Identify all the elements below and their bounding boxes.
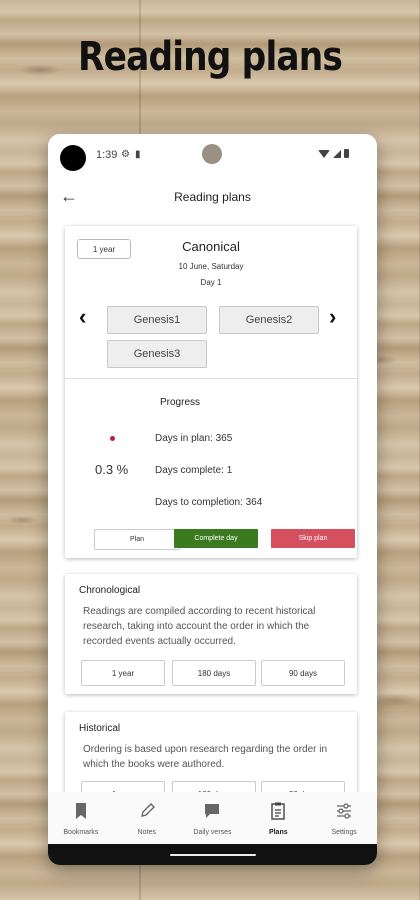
- home-handle[interactable]: [170, 854, 256, 856]
- sliders-icon: [337, 803, 352, 819]
- days-to-completion: Days to completion: 364: [155, 497, 263, 508]
- app-bar: ← Reading plans: [48, 178, 377, 218]
- historical-title: Historical: [79, 723, 121, 734]
- promo-heading: Reading plans: [78, 34, 343, 80]
- chevron-right-icon[interactable]: ›: [329, 304, 336, 330]
- settings-status-icon: ⚙: [121, 149, 130, 160]
- progress-label: Progress: [160, 397, 201, 408]
- current-plan-card: 1 year Canonical 10 June, Saturday Day 1…: [65, 226, 357, 558]
- chronological-description: Readings are compiled according to recen…: [83, 606, 316, 647]
- skip-plan-button[interactable]: Skip plan: [271, 529, 355, 548]
- chat-icon: [205, 804, 220, 818]
- nav-plans-label: Plans: [268, 829, 288, 836]
- progress-dot: [110, 436, 115, 441]
- plan-title: Canonical: [182, 239, 240, 254]
- front-camera: [60, 145, 86, 171]
- progress-percent: 0.3 %: [95, 462, 129, 477]
- nav-daily-verses-label: Daily verses: [193, 829, 232, 836]
- chronological-title: Chronological: [79, 585, 141, 596]
- chronological-plan-card: Chronological Readings are compiled acco…: [65, 574, 357, 694]
- nav-plans[interactable]: Plans: [245, 792, 311, 844]
- card-divider: [65, 378, 357, 379]
- pencil-icon: [140, 803, 155, 817]
- nav-bookmarks[interactable]: Bookmarks: [48, 792, 114, 844]
- status-bar: 1:39 ⚙ ▮: [48, 134, 377, 178]
- phone-screen: 1:39 ⚙ ▮ ← Reading plans 1 year Canonica…: [48, 134, 377, 865]
- system-icons: [318, 149, 349, 158]
- nav-bookmarks-label: Bookmarks: [63, 829, 99, 836]
- nav-notes[interactable]: Notes: [114, 792, 180, 844]
- battery-icon: [344, 149, 349, 158]
- reading-chip-2[interactable]: Genesis2: [219, 306, 319, 334]
- bookmark-icon: [75, 803, 86, 819]
- chronological-90-days-button[interactable]: 90 days: [261, 660, 345, 686]
- chevron-left-icon[interactable]: ‹: [79, 304, 86, 330]
- nav-settings[interactable]: Settings: [311, 792, 377, 844]
- plan-button[interactable]: Plan: [94, 529, 180, 550]
- days-in-plan: Days in plan: 365: [155, 433, 233, 444]
- gesture-navigation-bar: [48, 844, 377, 865]
- reading-chip-3[interactable]: Genesis3: [107, 340, 207, 368]
- chronological-1-year-button[interactable]: 1 year: [81, 660, 165, 686]
- plan-day: Day 1: [200, 278, 222, 287]
- nav-notes-label: Notes: [137, 829, 156, 836]
- sd-card-icon: ▮: [135, 149, 141, 160]
- screen-title: Reading plans: [174, 190, 251, 204]
- status-time: 1:39: [96, 149, 118, 161]
- nav-daily-verses[interactable]: Daily verses: [180, 792, 246, 844]
- signal-icon: [333, 149, 341, 158]
- chronological-180-days-button[interactable]: 180 days: [172, 660, 256, 686]
- days-complete: Days complete: 1: [155, 465, 233, 476]
- historical-description: Ordering is based upon research regardin…: [83, 744, 328, 770]
- plan-date: 10 June, Saturday: [178, 262, 244, 271]
- nav-settings-label: Settings: [331, 829, 357, 836]
- bottom-navigation: Bookmarks Notes Daily verses Plans Setti…: [48, 792, 377, 844]
- wifi-icon: [318, 149, 330, 158]
- reading-chip-1[interactable]: Genesis1: [107, 306, 207, 334]
- complete-day-button[interactable]: Complete day: [174, 529, 258, 548]
- clipboard-icon: [271, 802, 285, 820]
- notification-indicator: [202, 144, 222, 164]
